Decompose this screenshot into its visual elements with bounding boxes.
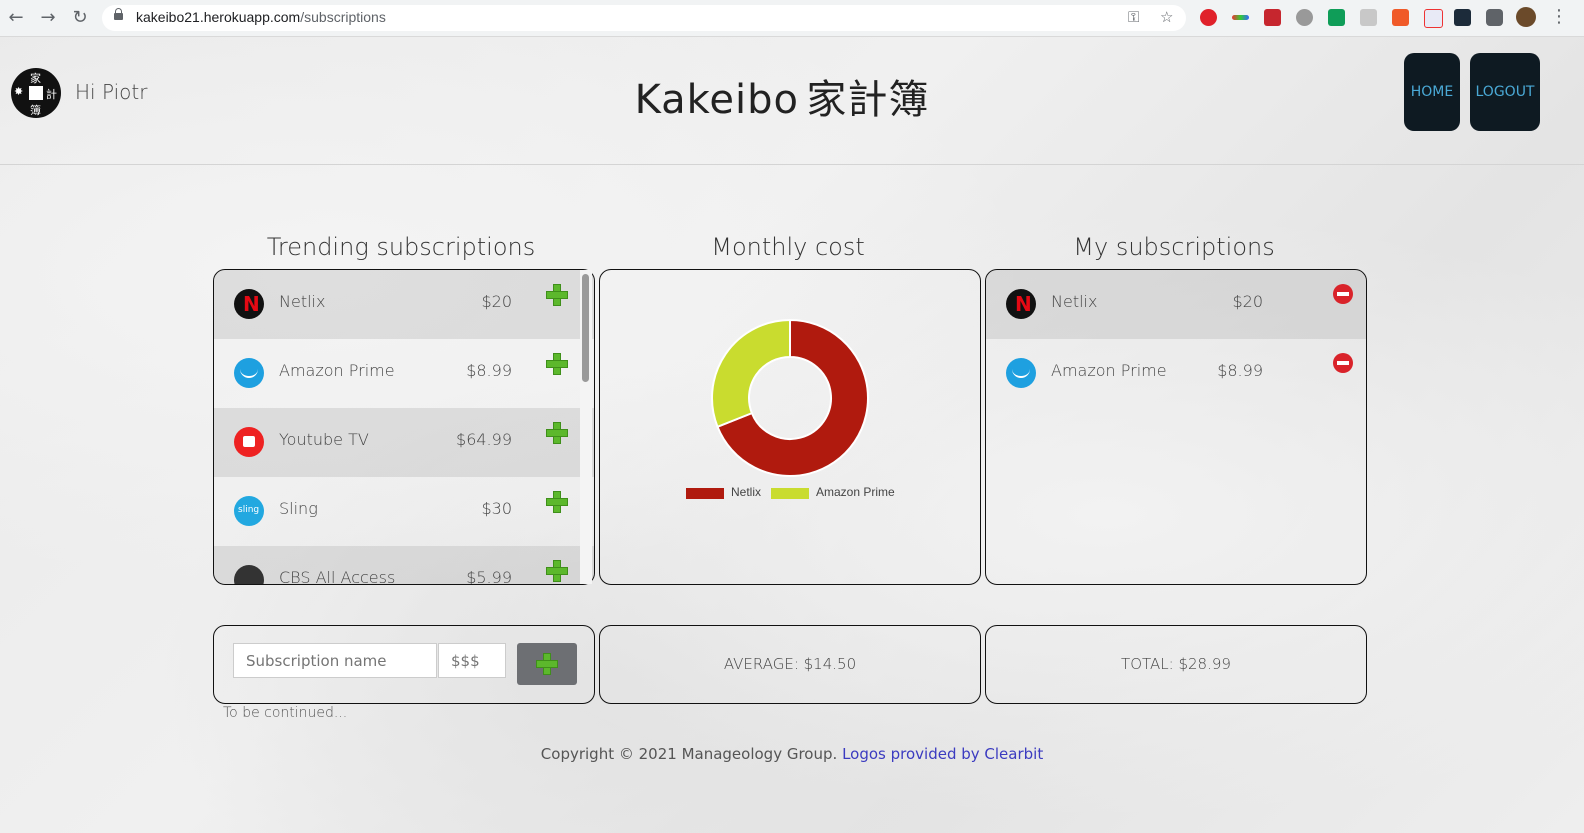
profile-avatar[interactable] <box>1516 7 1536 27</box>
url-text: kakeibo21.herokuapp.com/subscriptions <box>136 9 386 25</box>
site-header: 家 計 簿 ✸ Hi Piotr Kakeibo 家計簿 HOME LOGOUT <box>0 37 1584 165</box>
trending-scrollbar[interactable] <box>580 270 592 584</box>
colorful-extension-icon[interactable] <box>1232 15 1249 20</box>
footer: Copyright © 2021 Manageology Group. Logo… <box>0 745 1584 763</box>
home-button[interactable]: HOME <box>1404 53 1460 131</box>
kanji-extension-icon[interactable] <box>1360 9 1377 26</box>
add-sling-button[interactable] <box>546 491 568 513</box>
legend-label-amazon[interactable]: Amazon Prime <box>816 485 895 499</box>
list-item: N Netlix $20 <box>986 270 1366 339</box>
add-subscription-button[interactable] <box>517 643 577 685</box>
add-netflix-button[interactable] <box>546 284 568 306</box>
list-item: sling Sling $30 <box>214 477 594 546</box>
red-extension-icon[interactable] <box>1264 9 1281 26</box>
netflix-icon: N <box>1006 289 1036 319</box>
badge-extension-icon[interactable] <box>1424 9 1443 28</box>
list-item: CBS All Access $5.99 <box>214 546 594 584</box>
list-item: Amazon Prime $8.99 <box>214 339 594 408</box>
lock-icon <box>114 8 123 20</box>
add-cbs-button[interactable] <box>546 560 568 582</box>
youtube-icon <box>234 427 264 457</box>
puzzle-icon[interactable] <box>1486 9 1503 26</box>
my-subscriptions-list: N Netlix $20 Amazon Prime $8.99 <box>985 269 1367 585</box>
amazon-icon <box>234 358 264 388</box>
legend-swatch-netflix[interactable] <box>686 488 724 499</box>
list-item: Youtube TV $64.99 <box>214 408 594 477</box>
address-bar[interactable]: kakeibo21.herokuapp.com/subscriptions ⚿ … <box>102 5 1186 31</box>
average-value: AVERAGE: $14.50 <box>723 655 857 673</box>
netflix-icon: N <box>234 289 264 319</box>
clearbit-link[interactable]: Logos provided by Clearbit <box>842 745 1043 763</box>
copyright-text: Copyright © 2021 Manageology Group. <box>540 745 838 763</box>
total-box: TOTAL: $28.99 <box>985 625 1367 704</box>
monthly-cost-title: Monthly cost <box>711 233 865 261</box>
gray-extension-icon[interactable] <box>1296 9 1313 26</box>
plus-icon <box>536 653 558 675</box>
react-extension-icon[interactable] <box>1454 9 1471 26</box>
remove-netflix-button[interactable] <box>1333 284 1353 304</box>
star-icon[interactable]: ☆ <box>1160 8 1173 26</box>
add-subscription-form <box>213 625 595 704</box>
green-extension-icon[interactable] <box>1328 9 1345 26</box>
total-value: TOTAL: $28.99 <box>1121 655 1231 673</box>
browser-toolbar: ← → ↻ kakeibo21.herokuapp.com/subscripti… <box>0 0 1584 37</box>
remove-amazon-button[interactable] <box>1333 353 1353 373</box>
donut-slice-amazon-prime[interactable] <box>711 318 791 429</box>
add-youtube-button[interactable] <box>546 422 568 444</box>
scroll-thumb[interactable] <box>582 274 589 382</box>
price-input[interactable] <box>438 643 506 678</box>
sling-icon: sling <box>234 496 264 526</box>
key-icon[interactable]: ⚿ <box>1128 8 1139 26</box>
legend-swatch-amazon[interactable] <box>771 488 809 499</box>
trending-title: Trending subscriptions <box>266 233 536 261</box>
add-amazon-button[interactable] <box>546 353 568 375</box>
legend-label-netflix[interactable]: Netlix <box>731 485 761 499</box>
forward-arrow-icon[interactable]: → <box>37 7 59 29</box>
back-arrow-icon[interactable]: ← <box>5 7 27 29</box>
to-be-continued-note: To be continued... <box>223 705 348 721</box>
my-subscriptions-title: My subscriptions <box>1073 233 1275 261</box>
reload-icon[interactable]: ↻ <box>69 7 91 29</box>
cbs-icon <box>234 565 264 584</box>
logout-button[interactable]: LOGOUT <box>1470 53 1540 131</box>
page: 家 計 簿 ✸ Hi Piotr Kakeibo 家計簿 HOME LOGOUT… <box>0 37 1584 833</box>
list-item: N Netlix $20 <box>214 270 594 339</box>
opera-extension-icon[interactable] <box>1200 9 1217 26</box>
menu-dots-icon[interactable]: ⋮ <box>1550 6 1568 27</box>
monthly-cost-chart <box>599 269 981 585</box>
trending-list: N Netlix $20 Amazon Prime $8.99 Youtube … <box>213 269 595 585</box>
amazon-icon <box>1006 358 1036 388</box>
list-item: Amazon Prime $8.99 <box>986 339 1366 408</box>
average-box: AVERAGE: $14.50 <box>599 625 981 704</box>
subscription-name-input[interactable] <box>233 643 437 678</box>
site-title: Kakeibo 家計簿 <box>634 77 930 123</box>
off-extension-icon[interactable] <box>1392 9 1409 26</box>
donut-chart <box>711 318 869 477</box>
